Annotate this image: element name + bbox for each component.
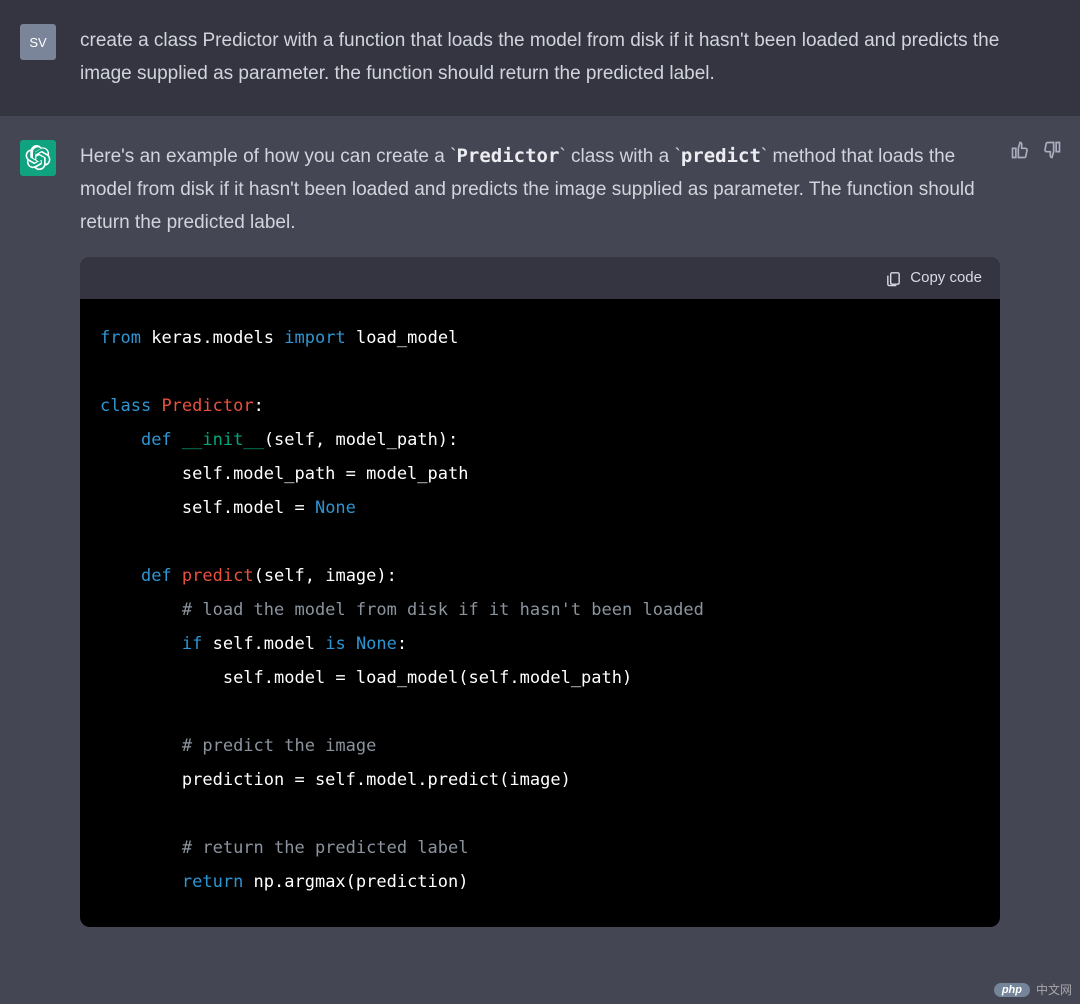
user-avatar: SV bbox=[20, 24, 56, 60]
copy-code-button[interactable]: Copy code bbox=[885, 265, 982, 291]
thumbs-up-icon[interactable] bbox=[1010, 140, 1030, 160]
user-avatar-initials: SV bbox=[29, 35, 46, 50]
user-message-text: create a class Predictor with a function… bbox=[80, 24, 1060, 91]
watermark-badge: php bbox=[994, 983, 1030, 997]
thumbs-down-icon[interactable] bbox=[1042, 140, 1062, 160]
inline-code: Predictor bbox=[456, 145, 559, 167]
code-block-header: Copy code bbox=[80, 257, 1000, 299]
copy-code-label: Copy code bbox=[910, 265, 982, 291]
assistant-message-row: Here's an example of how you can create … bbox=[0, 115, 1080, 952]
inline-code: predict bbox=[681, 145, 761, 167]
assistant-text-segment: class with a bbox=[566, 146, 675, 167]
code-block: Copy code from keras.models import load_… bbox=[80, 257, 1000, 927]
clipboard-icon bbox=[885, 270, 902, 287]
code-content[interactable]: from keras.models import load_model clas… bbox=[80, 299, 1000, 927]
watermark-text: 中文网 bbox=[1036, 981, 1072, 998]
openai-icon bbox=[25, 145, 51, 171]
assistant-text-segment: Here's an example of how you can create … bbox=[80, 146, 450, 167]
watermark: php 中文网 bbox=[994, 981, 1072, 998]
feedback-buttons bbox=[1010, 140, 1062, 160]
assistant-avatar bbox=[20, 140, 56, 176]
user-message-row: SV create a class Predictor with a funct… bbox=[0, 0, 1080, 115]
assistant-message-content: Here's an example of how you can create … bbox=[80, 140, 1060, 928]
